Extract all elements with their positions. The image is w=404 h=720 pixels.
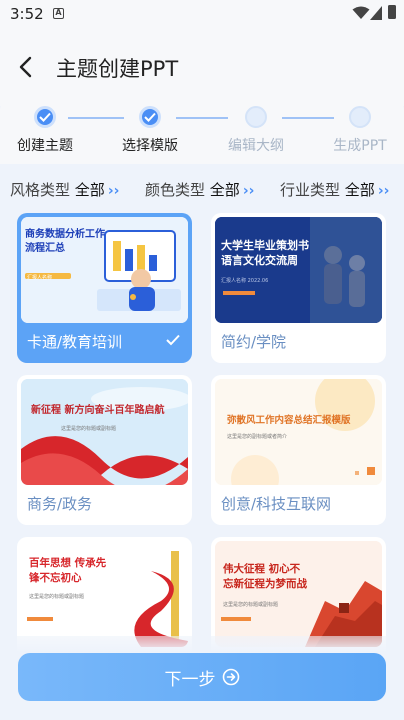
template-name: 简约/学院 xyxy=(221,333,287,351)
next-step-label: 下一步 xyxy=(164,669,216,690)
template-thumbnail: 百年思想 传承先 锋不忘初心 这里是您的标题或副标题 xyxy=(21,541,188,647)
check-icon xyxy=(166,334,180,346)
template-name: 创意/科技互联网 xyxy=(221,495,332,513)
step-label: 选择模版 xyxy=(122,138,178,154)
filter-style-type[interactable]: 风格类型 全部 ›› xyxy=(10,179,119,200)
thumb-title: 流程汇总 xyxy=(25,243,65,254)
template-card-simple-academy[interactable]: 大学生毕业策划书 语言文化交流周 汇报人名称 2022.06 简约/学院 xyxy=(211,213,386,363)
template-name: 卡通/教育培训 xyxy=(27,333,123,351)
step-label: 生成PPT xyxy=(333,138,387,154)
step-label: 编辑大纲 xyxy=(228,138,284,154)
thumb-subtitle: 汇报人名称 xyxy=(27,275,53,281)
thumb-title: 忘新征程为梦而战 xyxy=(223,578,307,590)
step-generate-ppt: 生成PPT xyxy=(318,106,402,155)
thumb-title: 弥散风工作内容总结汇报模版 xyxy=(227,415,351,426)
template-card-creative-tech[interactable]: 弥散风工作内容总结汇报模版 这里是您的副标题或者简介 创意/科技互联网 xyxy=(211,375,386,525)
step-done-icon xyxy=(139,106,161,128)
template-thumbnail: 伟大征程 初心不 忘新征程为梦而战 这里是您的标题或副标题 xyxy=(215,541,382,647)
step-pending-icon xyxy=(349,106,371,128)
filter-value: 全部 xyxy=(209,181,240,199)
page-title: 主题创建PPT xyxy=(56,57,179,81)
filter-value: 全部 xyxy=(74,181,105,199)
step-edit-outline: 编辑大纲 xyxy=(214,106,298,155)
notification-icon: A xyxy=(53,8,64,19)
filter-label: 风格类型 xyxy=(10,181,71,199)
wifi-icon xyxy=(352,6,370,19)
chevron-right-icon: ›› xyxy=(377,183,390,199)
filter-color-type[interactable]: 颜色类型 全部 ›› xyxy=(145,179,254,200)
app-header: 主题创建PPT xyxy=(0,30,404,106)
step-label: 创建主题 xyxy=(17,138,73,154)
step-create-topic: 创建主题 xyxy=(3,106,87,155)
progress-stepper: 创建主题 选择模版 编辑大纲 生成PPT xyxy=(0,100,404,164)
status-time: 3:52 xyxy=(10,5,44,23)
thumb-title: 伟大征程 初心不 xyxy=(223,563,301,575)
next-step-button[interactable]: 下一步 xyxy=(18,653,386,701)
thumb-subtitle: 这里是您的标题或副标题 xyxy=(223,602,279,608)
template-thumbnail: 大学生毕业策划书 语言文化交流周 汇报人名称 2022.06 xyxy=(215,217,382,323)
thumb-subtitle: 汇报人名称 2022.06 xyxy=(221,278,269,284)
step-pending-icon xyxy=(245,106,267,128)
template-card-cartoon-education[interactable]: 商务数据分析工作 流程汇总 汇报人名称 卡通/教育培训 xyxy=(17,213,192,363)
filter-industry-type[interactable]: 行业类型 全部 ›› xyxy=(280,179,389,200)
chevron-right-icon: ›› xyxy=(242,183,255,199)
thumb-title: 锋不忘初心 xyxy=(29,572,82,584)
thumb-subtitle: 这里是您的标题或副标题 xyxy=(29,594,85,600)
filter-value: 全部 xyxy=(344,181,375,199)
filter-label: 行业类型 xyxy=(280,181,341,199)
template-card-business-government[interactable]: 新征程 新方向奋斗百年路启航 这里是您的标题或副标题 商务/政务 xyxy=(17,375,192,525)
thumb-title: 百年思想 传承先 xyxy=(29,557,107,569)
chevron-right-icon: ›› xyxy=(107,183,120,199)
template-name: 商务/政务 xyxy=(27,495,93,513)
step-select-template: 选择模版 xyxy=(108,106,192,155)
battery-icon xyxy=(388,5,396,19)
status-bar: 3:52 A xyxy=(0,0,404,30)
thumb-title: 语言文化交流周 xyxy=(221,254,298,267)
filter-bar: 风格类型 全部 ›› 颜色类型 全部 ›› 行业类型 全部 ›› xyxy=(0,166,404,210)
template-thumbnail: 弥散风工作内容总结汇报模版 这里是您的副标题或者简介 xyxy=(215,379,382,485)
template-thumbnail: 商务数据分析工作 流程汇总 汇报人名称 xyxy=(21,217,188,323)
template-thumbnail: 新征程 新方向奋斗百年路启航 这里是您的标题或副标题 xyxy=(21,379,188,485)
filter-label: 颜色类型 xyxy=(145,181,206,199)
arrow-right-circle-icon xyxy=(222,668,239,686)
thumb-subtitle: 这里是您的标题或副标题 xyxy=(61,426,117,432)
thumb-title: 商务数据分析工作 xyxy=(25,229,105,240)
thumb-title: 大学生毕业策划书 xyxy=(221,239,309,252)
thumb-subtitle: 这里是您的副标题或者简介 xyxy=(227,434,288,440)
back-arrow-icon[interactable] xyxy=(14,54,40,80)
step-done-icon xyxy=(34,106,56,128)
signal-icon xyxy=(370,6,382,20)
thumb-title: 新征程 新方向奋斗百年路启航 xyxy=(31,405,165,416)
